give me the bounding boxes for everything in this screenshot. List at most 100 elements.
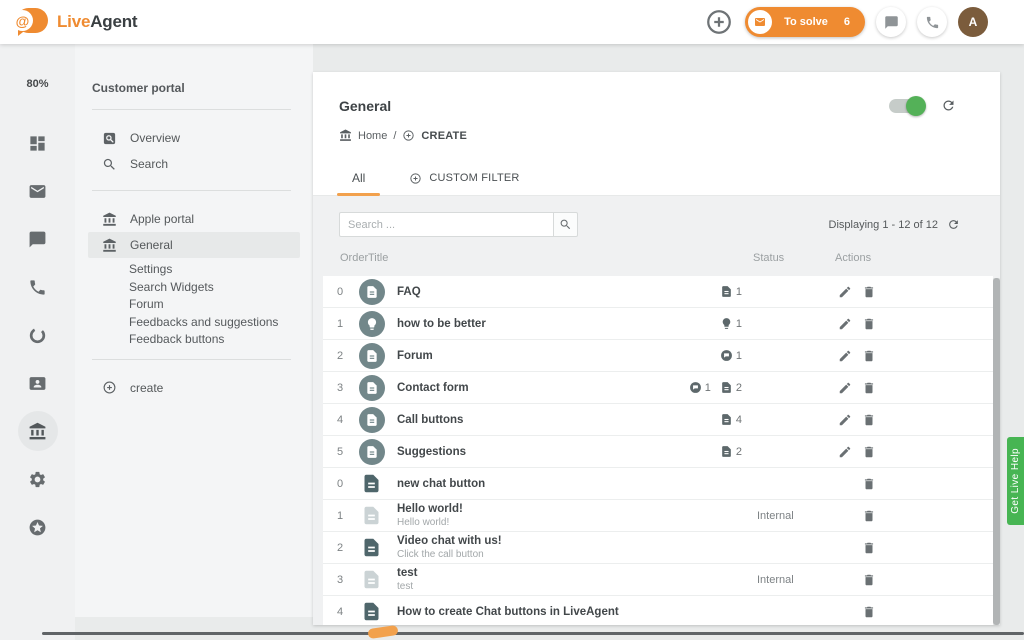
to-solve-button[interactable]: To solve 6 — [745, 7, 865, 37]
row-title: Hello world!Hello world! — [397, 503, 662, 528]
sidebar-item-apple-portal[interactable]: Apple portal — [88, 206, 300, 232]
sidebar-item-label: General — [130, 238, 173, 252]
delete-button[interactable] — [857, 541, 881, 555]
delete-button[interactable] — [857, 605, 881, 619]
comment-status-icon: 1 — [689, 381, 711, 394]
nav-rail: 80% — [0, 44, 75, 640]
table-row-how-to-create-chat-buttons-in-liveagent[interactable]: 4How to create Chat buttons in LiveAgent — [323, 596, 993, 625]
sidebar-item-label: Overview — [130, 131, 180, 145]
create-plus-icon — [402, 129, 415, 142]
table-row-call-buttons[interactable]: 4Call buttons4 — [323, 404, 993, 436]
sidebar-subitem-settings[interactable]: Settings — [75, 261, 313, 279]
rail-item-customer-portal[interactable] — [18, 411, 58, 451]
edit-button[interactable] — [833, 445, 857, 459]
search-icon — [559, 218, 572, 231]
table-row-how-to-be-better[interactable]: 1how to be better1 — [323, 308, 993, 340]
rail-item-customers[interactable] — [18, 363, 58, 403]
rail-items — [0, 123, 75, 547]
column-title: Title — [368, 252, 388, 264]
row-status: 1 — [662, 285, 742, 298]
rail-item-reports[interactable] — [18, 315, 58, 355]
tab-custom-filter[interactable]: CUSTOM FILTER — [394, 160, 534, 195]
tab-all[interactable]: All — [337, 160, 380, 195]
sidebar-subitem-feedback-buttons[interactable]: Feedback buttons — [75, 331, 313, 349]
sidebar-item-search[interactable]: Search — [88, 151, 300, 177]
delete-button[interactable] — [857, 381, 881, 395]
row-order: 3 — [337, 382, 359, 394]
delete-button[interactable] — [857, 349, 881, 363]
delete-button[interactable] — [857, 477, 881, 491]
delete-button[interactable] — [857, 573, 881, 587]
search-button[interactable] — [554, 212, 578, 237]
sidebar-item-general[interactable]: General — [88, 232, 300, 258]
sidebar-sub-items: SettingsSearch WidgetsForumFeedbacks and… — [75, 258, 313, 359]
phone-icon — [28, 278, 47, 297]
table-row-hello-world[interactable]: 1Hello world!Hello world!Internal — [323, 500, 993, 532]
rail-item-tickets[interactable] — [18, 171, 58, 211]
table-row-contact-form[interactable]: 3Contact form12 — [323, 372, 993, 404]
row-title: How to create Chat buttons in LiveAgent — [397, 606, 662, 618]
article-file-icon — [361, 473, 382, 494]
liveagent-logo[interactable]: @ LiveAgent — [10, 6, 137, 38]
sidebar-subitem-forum[interactable]: Forum — [75, 296, 313, 314]
row-order: 3 — [337, 574, 359, 586]
rail-item-addons[interactable] — [18, 507, 58, 547]
edit-button[interactable] — [833, 381, 857, 395]
doc-avatar-icon — [359, 279, 385, 305]
refresh-list-icon[interactable] — [947, 218, 960, 231]
column-actions: Actions — [835, 252, 871, 264]
portal-enabled-toggle[interactable] — [889, 99, 923, 113]
table-row-faq[interactable]: 0FAQ1 — [323, 276, 993, 308]
table-body: 0FAQ11how to be better12Forum13Contact f… — [323, 276, 993, 625]
delete-button[interactable] — [857, 509, 881, 523]
table-row-new-chat-button[interactable]: 0new chat button — [323, 468, 993, 500]
chats-button[interactable] — [876, 7, 906, 37]
row-badge: Internal — [757, 510, 833, 522]
search-input[interactable] — [339, 212, 554, 237]
ring-icon — [28, 326, 47, 345]
row-badge: Internal — [757, 574, 833, 586]
rail-item-chats[interactable] — [18, 219, 58, 259]
get-live-help-button[interactable]: Get Live Help — [1007, 437, 1024, 525]
sidebar-subitem-feedbacks-and-suggestions[interactable]: Feedbacks and suggestions — [75, 314, 313, 332]
search-icon — [102, 157, 117, 172]
column-status: Status — [753, 252, 784, 264]
rail-item-settings[interactable] — [18, 459, 58, 499]
rail-item-dashboard[interactable] — [18, 123, 58, 163]
scrollbar[interactable] — [993, 278, 1000, 625]
edit-button[interactable] — [833, 413, 857, 427]
delete-button[interactable] — [857, 317, 881, 331]
table-row-forum[interactable]: 2Forum1 — [323, 340, 993, 372]
edit-button[interactable] — [833, 285, 857, 299]
user-avatar[interactable]: A — [958, 7, 988, 37]
row-status: 1 — [662, 317, 742, 330]
sidebar-item-label: Search — [130, 157, 168, 171]
star-icon — [28, 518, 47, 537]
bank-icon — [102, 212, 117, 227]
sidebar-title: Customer portal — [75, 44, 313, 109]
delete-button[interactable] — [857, 445, 881, 459]
rail-item-calls[interactable] — [18, 267, 58, 307]
table-row-suggestions[interactable]: 5Suggestions2 — [323, 436, 993, 468]
toggle-knob — [906, 96, 926, 116]
plus-circle-icon — [704, 7, 734, 37]
sidebar-subitem-search-widgets[interactable]: Search Widgets — [75, 279, 313, 297]
avatar-letter: A — [969, 15, 978, 29]
sidebar-item-create[interactable]: create — [88, 375, 300, 401]
sidebar-top-group: Overview Search — [75, 110, 313, 190]
breadcrumb-create[interactable]: CREATE — [421, 130, 467, 142]
breadcrumb-home[interactable]: Home — [358, 130, 387, 142]
edit-button[interactable] — [833, 349, 857, 363]
edit-button[interactable] — [833, 317, 857, 331]
refresh-icon[interactable] — [941, 98, 956, 113]
row-title: Suggestions — [397, 446, 662, 458]
scrollbar-thumb[interactable] — [993, 278, 1000, 625]
sidebar-item-overview[interactable]: Overview — [88, 125, 300, 151]
calls-button[interactable] — [917, 7, 947, 37]
delete-button[interactable] — [857, 413, 881, 427]
table-row-video-chat-with-us[interactable]: 2Video chat with us!Click the call butto… — [323, 532, 993, 564]
add-new-button[interactable] — [704, 7, 734, 37]
delete-button[interactable] — [857, 285, 881, 299]
table-row-test[interactable]: 3testtestInternal — [323, 564, 993, 596]
displaying-count: Displaying 1 - 12 of 12 — [829, 219, 938, 231]
